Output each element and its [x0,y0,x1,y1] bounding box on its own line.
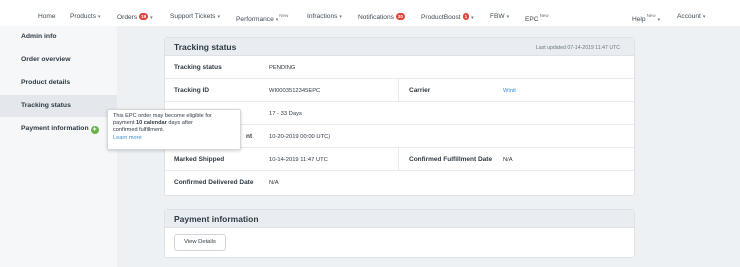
carrier-link[interactable]: Winit [503,88,516,94]
sidebar-item-product-details[interactable]: Product details [0,72,117,94]
nav-orders[interactable]: Orders 19 ▾ [117,13,153,21]
learn-more-link[interactable]: Learn more [113,135,235,142]
nav-fbw-label: FBW [490,13,505,20]
gear-icon[interactable]: ✦ [90,126,99,134]
chevron-down-icon: ▾ [150,15,153,21]
chevron-down-icon: ▾ [471,15,474,21]
nav-orders-label: Orders [117,14,138,21]
new-sup: New [279,13,289,18]
tracking-id-label: Tracking ID [174,87,210,94]
orders-count-badge: 19 [139,13,149,20]
tooltip-line: days after [166,120,193,127]
tracking-status-label: Tracking status [174,64,222,71]
nav-infractions[interactable]: Infractions ▾ [307,13,342,20]
column-divider [398,79,399,102]
sidebar-item-order-overview[interactable]: Order overview [0,49,117,71]
chevron-down-icon: ▾ [702,14,706,20]
chevron-down-icon: ▾ [98,14,101,20]
chevron-down-icon: ▾ [217,14,220,20]
nav-epc[interactable]: EPCNew [525,13,549,23]
nav-productboost-label: ProductBoost [421,14,461,21]
nav-fbw[interactable]: FBW ▾ [490,13,509,20]
confirmed-delivered-label: Confirmed Delivered Date [174,179,254,186]
sidebar-item-payment-information[interactable]: Payment information ✦ [0,118,117,140]
deadline-label: nt [246,133,253,140]
confirmed-fulfillment-label: Confirmed Fulfillment Date [409,156,493,163]
sidebar-item-label: Order overview [21,56,71,63]
tracking-status-title: Tracking status [174,42,237,52]
marked-shipped-label: Marked Shipped [174,156,225,163]
nav-products[interactable]: Products ▾ [70,13,101,20]
sidebar-item-label: Tracking status [21,102,71,109]
new-sup: New [539,13,549,18]
confirmed-fulfillment-value: N/A [503,156,513,163]
tracking-id-value: WI0003512345EPC [269,87,321,94]
nav-account[interactable]: Account ▾ [677,13,705,20]
nav-epc-label: EPC [525,16,539,23]
epc-payment-tooltip: This EPC order may become eligible for p… [107,109,241,150]
nav-performance[interactable]: Performance ▾New [236,13,288,23]
carrier-label: Carrier [409,87,431,94]
table-row: Tracking ID WI0003512345EPC Carrier Wini… [165,79,635,102]
last-updated-text: Last updated 07-14-2019 11:47 UTC [535,45,620,51]
chevron-down-icon: ▾ [657,17,661,23]
column-divider [398,148,399,171]
nav-productboost[interactable]: ProductBoost 1 ▾ [421,13,474,21]
tracking-status-value: PENDING [269,64,296,71]
card-header: Tracking status Last updated 07-14-2019 … [165,38,634,56]
nav-help-label: Help [632,16,646,23]
nav-help[interactable]: HelpNew▾ [632,13,660,23]
table-row: Tracking status PENDING [165,56,635,79]
nav-home[interactable]: Home [38,13,56,20]
chevron-down-icon: ▾ [506,14,510,20]
table-row: Confirmed Delivered Date N/A [165,171,635,194]
tooltip-line: payment [113,120,137,127]
nav-performance-label: Performance [236,16,274,23]
nav-products-label: Products [70,13,97,20]
tooltip-line: confirmed fulfillment. [113,127,165,134]
nav-infractions-label: Infractions [307,13,338,20]
sidebar-item-admin-info[interactable]: Admin info [0,26,117,48]
nav-notifications-label: Notifications [358,14,394,21]
confirmed-delivered-value: N/A [269,179,279,186]
marked-shipped-value: 10-14-2019 11:47 UTC [269,156,328,163]
sidebar-item-label: Payment information [21,125,89,132]
tooltip-line: This EPC order may become eligible for [113,113,212,119]
sidebar: Admin info Order overview Product detail… [0,26,117,267]
productboost-count-badge: 1 [462,13,470,20]
nav-support-tickets[interactable]: Support Tickets ▾ [170,13,220,20]
tooltip-bold-text: 10 calendar [136,120,167,127]
chevron-down-icon: ▾ [275,17,279,23]
nav-notifications[interactable]: Notifications 30 [358,13,405,21]
sidebar-item-label: Product details [21,79,71,86]
table-row: Marked Shipped 10-14-2019 11:47 UTC Conf… [165,148,635,171]
notifications-count-badge: 30 [395,13,405,20]
payment-information-card: Payment information View Details [164,209,635,258]
sidebar-item-label: Admin info [21,33,57,40]
deadline-value: 10-20-2019 00:00 UTC) [269,133,331,140]
nav-support-label: Support Tickets [170,13,216,20]
new-sup: New [646,13,656,18]
card-header: Payment information [165,210,634,228]
view-details-button[interactable]: View Details [174,234,226,251]
nav-account-label: Account [677,13,701,20]
nav-home-label: Home [38,13,56,20]
chevron-down-icon: ▾ [339,14,342,20]
sidebar-item-tracking-status[interactable]: Tracking status [0,95,117,117]
payment-information-title: Payment information [174,214,259,224]
estimated-days-value: 17 - 33 Days [269,110,302,117]
